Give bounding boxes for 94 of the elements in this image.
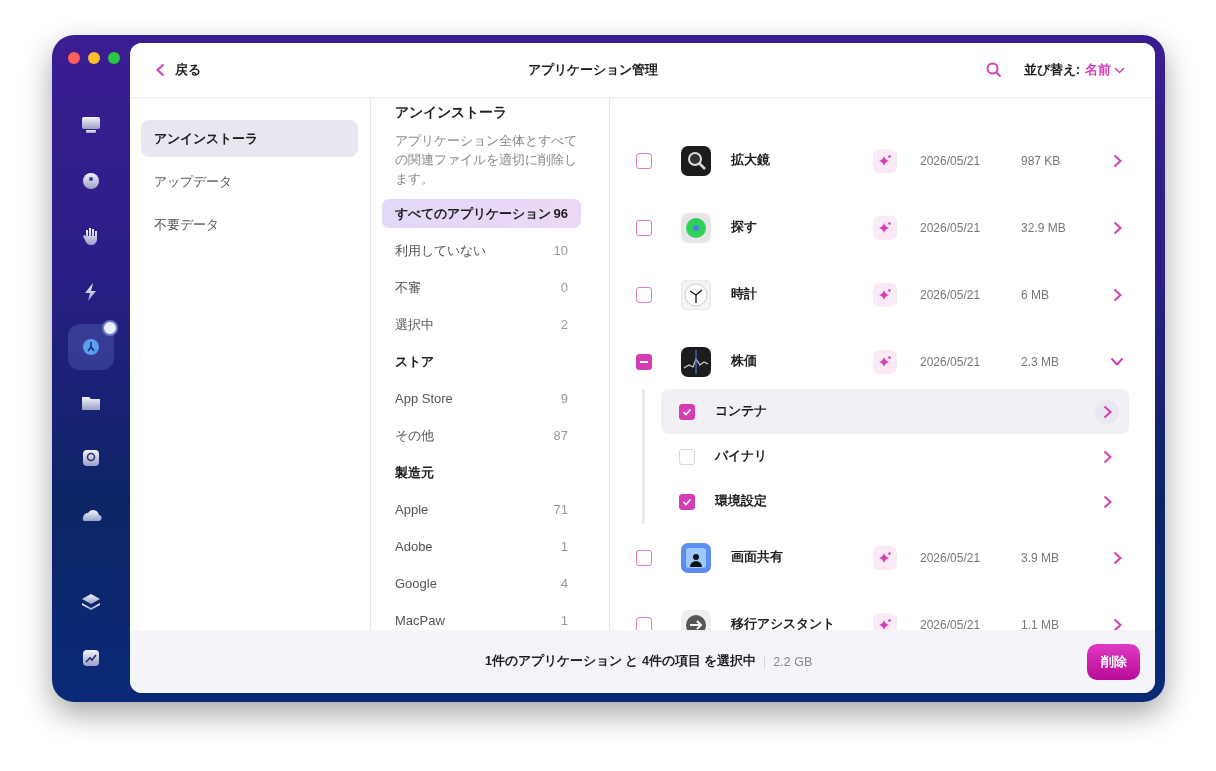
radar-app-icon bbox=[681, 212, 711, 243]
app-size: 987 KB bbox=[1021, 153, 1062, 168]
app-size: 32.9 MB bbox=[1021, 220, 1067, 235]
file-group-name: バイナリ bbox=[715, 448, 767, 465]
app-size: 6 MB bbox=[1021, 287, 1050, 302]
checkmark-icon bbox=[682, 406, 692, 417]
filter-item[interactable]: MacPaw 1 bbox=[382, 606, 581, 630]
sort-dropdown[interactable]: 名前 bbox=[1080, 61, 1125, 79]
screen-share-app-icon bbox=[681, 542, 711, 573]
magnifier-app-icon bbox=[681, 145, 711, 176]
filter-item[interactable]: 不審 0 bbox=[382, 273, 581, 302]
file-group-name: コンテナ bbox=[715, 403, 767, 420]
sparkle-button[interactable] bbox=[873, 215, 897, 240]
app-date: 2026/05/21 bbox=[920, 287, 982, 302]
filter-item[interactable]: 利用していない 10 bbox=[382, 236, 581, 265]
selection-summary: 1件のアプリケーション と 4件の項目 を選択中 bbox=[485, 653, 757, 670]
app-name: 時計 bbox=[731, 286, 758, 303]
monitor-icon[interactable] bbox=[80, 114, 102, 136]
nav-item[interactable]: アップデータ bbox=[141, 163, 358, 200]
checkbox[interactable] bbox=[636, 549, 652, 566]
sparkle-button[interactable] bbox=[873, 349, 897, 374]
sparkle-icon bbox=[878, 550, 892, 565]
chevron-right-icon bbox=[1102, 494, 1112, 509]
search-icon[interactable] bbox=[80, 447, 102, 469]
sparkle-icon bbox=[878, 617, 892, 630]
back-button[interactable]: 戻る bbox=[156, 61, 201, 79]
chevron-right-icon bbox=[1112, 220, 1122, 235]
sparkle-button[interactable] bbox=[873, 612, 897, 630]
minus-icon bbox=[640, 360, 648, 363]
app-size: 3.9 MB bbox=[1021, 550, 1060, 565]
filter-item[interactable]: Google 4 bbox=[382, 569, 581, 598]
app-name: 株価 bbox=[731, 353, 758, 370]
chevron-right-icon bbox=[1112, 550, 1122, 565]
app-name: 探す bbox=[731, 219, 758, 236]
chevron-right-icon bbox=[1112, 287, 1122, 302]
checkmark-icon bbox=[682, 496, 692, 507]
chevron-down-icon bbox=[1110, 357, 1124, 366]
chevron-down-icon bbox=[1114, 66, 1125, 74]
layers-icon[interactable] bbox=[80, 591, 102, 613]
app-date: 2026/05/21 bbox=[920, 550, 982, 565]
checkbox[interactable] bbox=[679, 493, 695, 510]
sparkle-button[interactable] bbox=[873, 545, 897, 570]
app-name: 移行アシスタント bbox=[731, 616, 836, 630]
status-badge bbox=[102, 320, 118, 336]
app-date: 2026/05/21 bbox=[920, 354, 982, 369]
sparkle-button[interactable] bbox=[873, 282, 897, 307]
chevron-right-icon bbox=[1112, 617, 1122, 630]
filter-item[interactable]: App Store 9 bbox=[382, 384, 581, 413]
app-size: 1.1 MB bbox=[1021, 617, 1060, 630]
filter-item[interactable]: Adobe 1 bbox=[382, 532, 581, 561]
filter-item[interactable]: Apple 71 bbox=[382, 495, 581, 524]
sparkle-button[interactable] bbox=[873, 148, 897, 173]
close-button[interactable] bbox=[68, 52, 80, 64]
details-button[interactable] bbox=[1095, 399, 1119, 424]
file-row[interactable]: コンテナ bbox=[661, 389, 1129, 434]
app-name: 拡大鏡 bbox=[731, 152, 771, 169]
zoom-button[interactable] bbox=[108, 52, 120, 64]
app-date: 2026/05/21 bbox=[920, 617, 982, 630]
checkbox[interactable] bbox=[636, 219, 652, 236]
app-name: 画面共有 bbox=[731, 549, 784, 566]
window-title: アプリケーション管理 bbox=[527, 61, 660, 79]
apps-icon[interactable] bbox=[80, 336, 102, 358]
nav-item[interactable]: アンインストーラ bbox=[141, 120, 358, 157]
checkbox[interactable] bbox=[636, 152, 652, 169]
app-size: 2.3 MB bbox=[1021, 354, 1060, 369]
chevron-left-icon bbox=[156, 63, 165, 77]
group-heading: ストア bbox=[394, 352, 435, 371]
clock-app-icon bbox=[681, 279, 711, 310]
app-date: 2026/05/21 bbox=[920, 220, 982, 235]
chevron-right-icon bbox=[1112, 153, 1122, 168]
delete-button[interactable]: 削除 bbox=[1087, 643, 1140, 680]
minimize-button[interactable] bbox=[88, 52, 100, 64]
stocks-app-icon bbox=[681, 346, 711, 377]
chevron-right-icon bbox=[1102, 449, 1112, 464]
sparkle-icon bbox=[878, 220, 892, 235]
section-title: アンインストーラ bbox=[394, 104, 508, 122]
group-heading: 製造元 bbox=[394, 463, 435, 482]
section-description: アプリケーション全体とすべての関連ファイルを適切に削除します。 bbox=[394, 133, 578, 188]
sort-label: 並び替え: bbox=[1023, 61, 1080, 79]
checkbox[interactable] bbox=[636, 286, 652, 303]
sparkle-icon bbox=[878, 153, 892, 168]
selection-size: 2.2 GB bbox=[764, 654, 813, 669]
chevron-right-icon bbox=[1102, 404, 1112, 419]
file-group-name: 環境設定 bbox=[715, 493, 767, 510]
checkbox[interactable] bbox=[636, 616, 652, 630]
sparkle-icon bbox=[878, 287, 892, 302]
checkbox[interactable] bbox=[636, 353, 652, 370]
sparkle-icon bbox=[878, 354, 892, 369]
app-date: 2026/05/21 bbox=[920, 153, 982, 168]
filter-item[interactable]: すべてのアプリケーション 96 bbox=[382, 199, 581, 228]
filter-item[interactable]: その他 87 bbox=[382, 421, 581, 450]
nav-item[interactable]: 不要データ bbox=[141, 206, 358, 243]
filter-item[interactable]: 選択中 2 bbox=[382, 310, 581, 339]
checkbox[interactable] bbox=[679, 403, 695, 420]
